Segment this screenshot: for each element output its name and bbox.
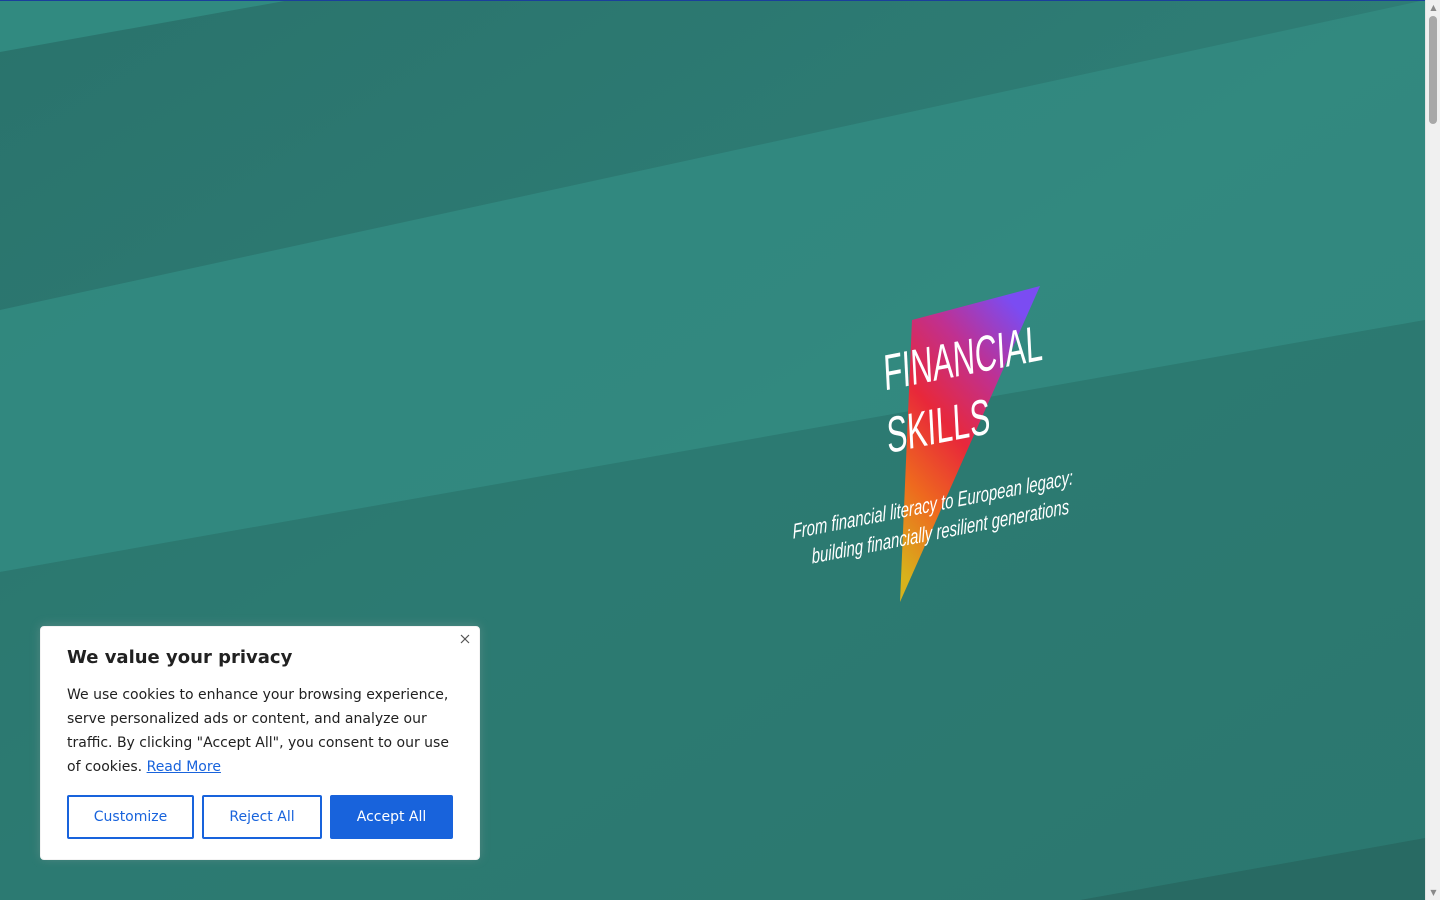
reject-all-button[interactable]: Reject All [202, 795, 322, 839]
triangle-up-icon[interactable]: ▲ [1426, 0, 1440, 15]
cookie-banner-text: We use cookies to enhance your browsing … [67, 683, 457, 779]
logo-title-line2: SKILLS [885, 387, 991, 464]
accept-all-button[interactable]: Accept All [330, 795, 453, 839]
cookie-consent-banner: We value your privacy We use cookies to … [40, 626, 480, 860]
triangle-down-icon[interactable]: ▼ [1426, 885, 1440, 900]
cookie-banner-description: We use cookies to enhance your browsing … [67, 687, 449, 775]
customize-button[interactable]: Customize [67, 795, 194, 839]
scrollbar-thumb[interactable] [1429, 16, 1437, 124]
read-more-link[interactable]: Read More [147, 759, 221, 775]
page: FINANCIAL SKILLS From financial literacy… [0, 0, 1425, 900]
cookie-banner-title: We value your privacy [67, 647, 293, 668]
financial-skills-logo: FINANCIAL SKILLS From financial literacy… [792, 286, 1074, 602]
close-icon[interactable] [457, 631, 473, 647]
top-accent-line [0, 0, 1425, 1]
vertical-scrollbar[interactable]: ▲ ▼ [1425, 0, 1440, 900]
